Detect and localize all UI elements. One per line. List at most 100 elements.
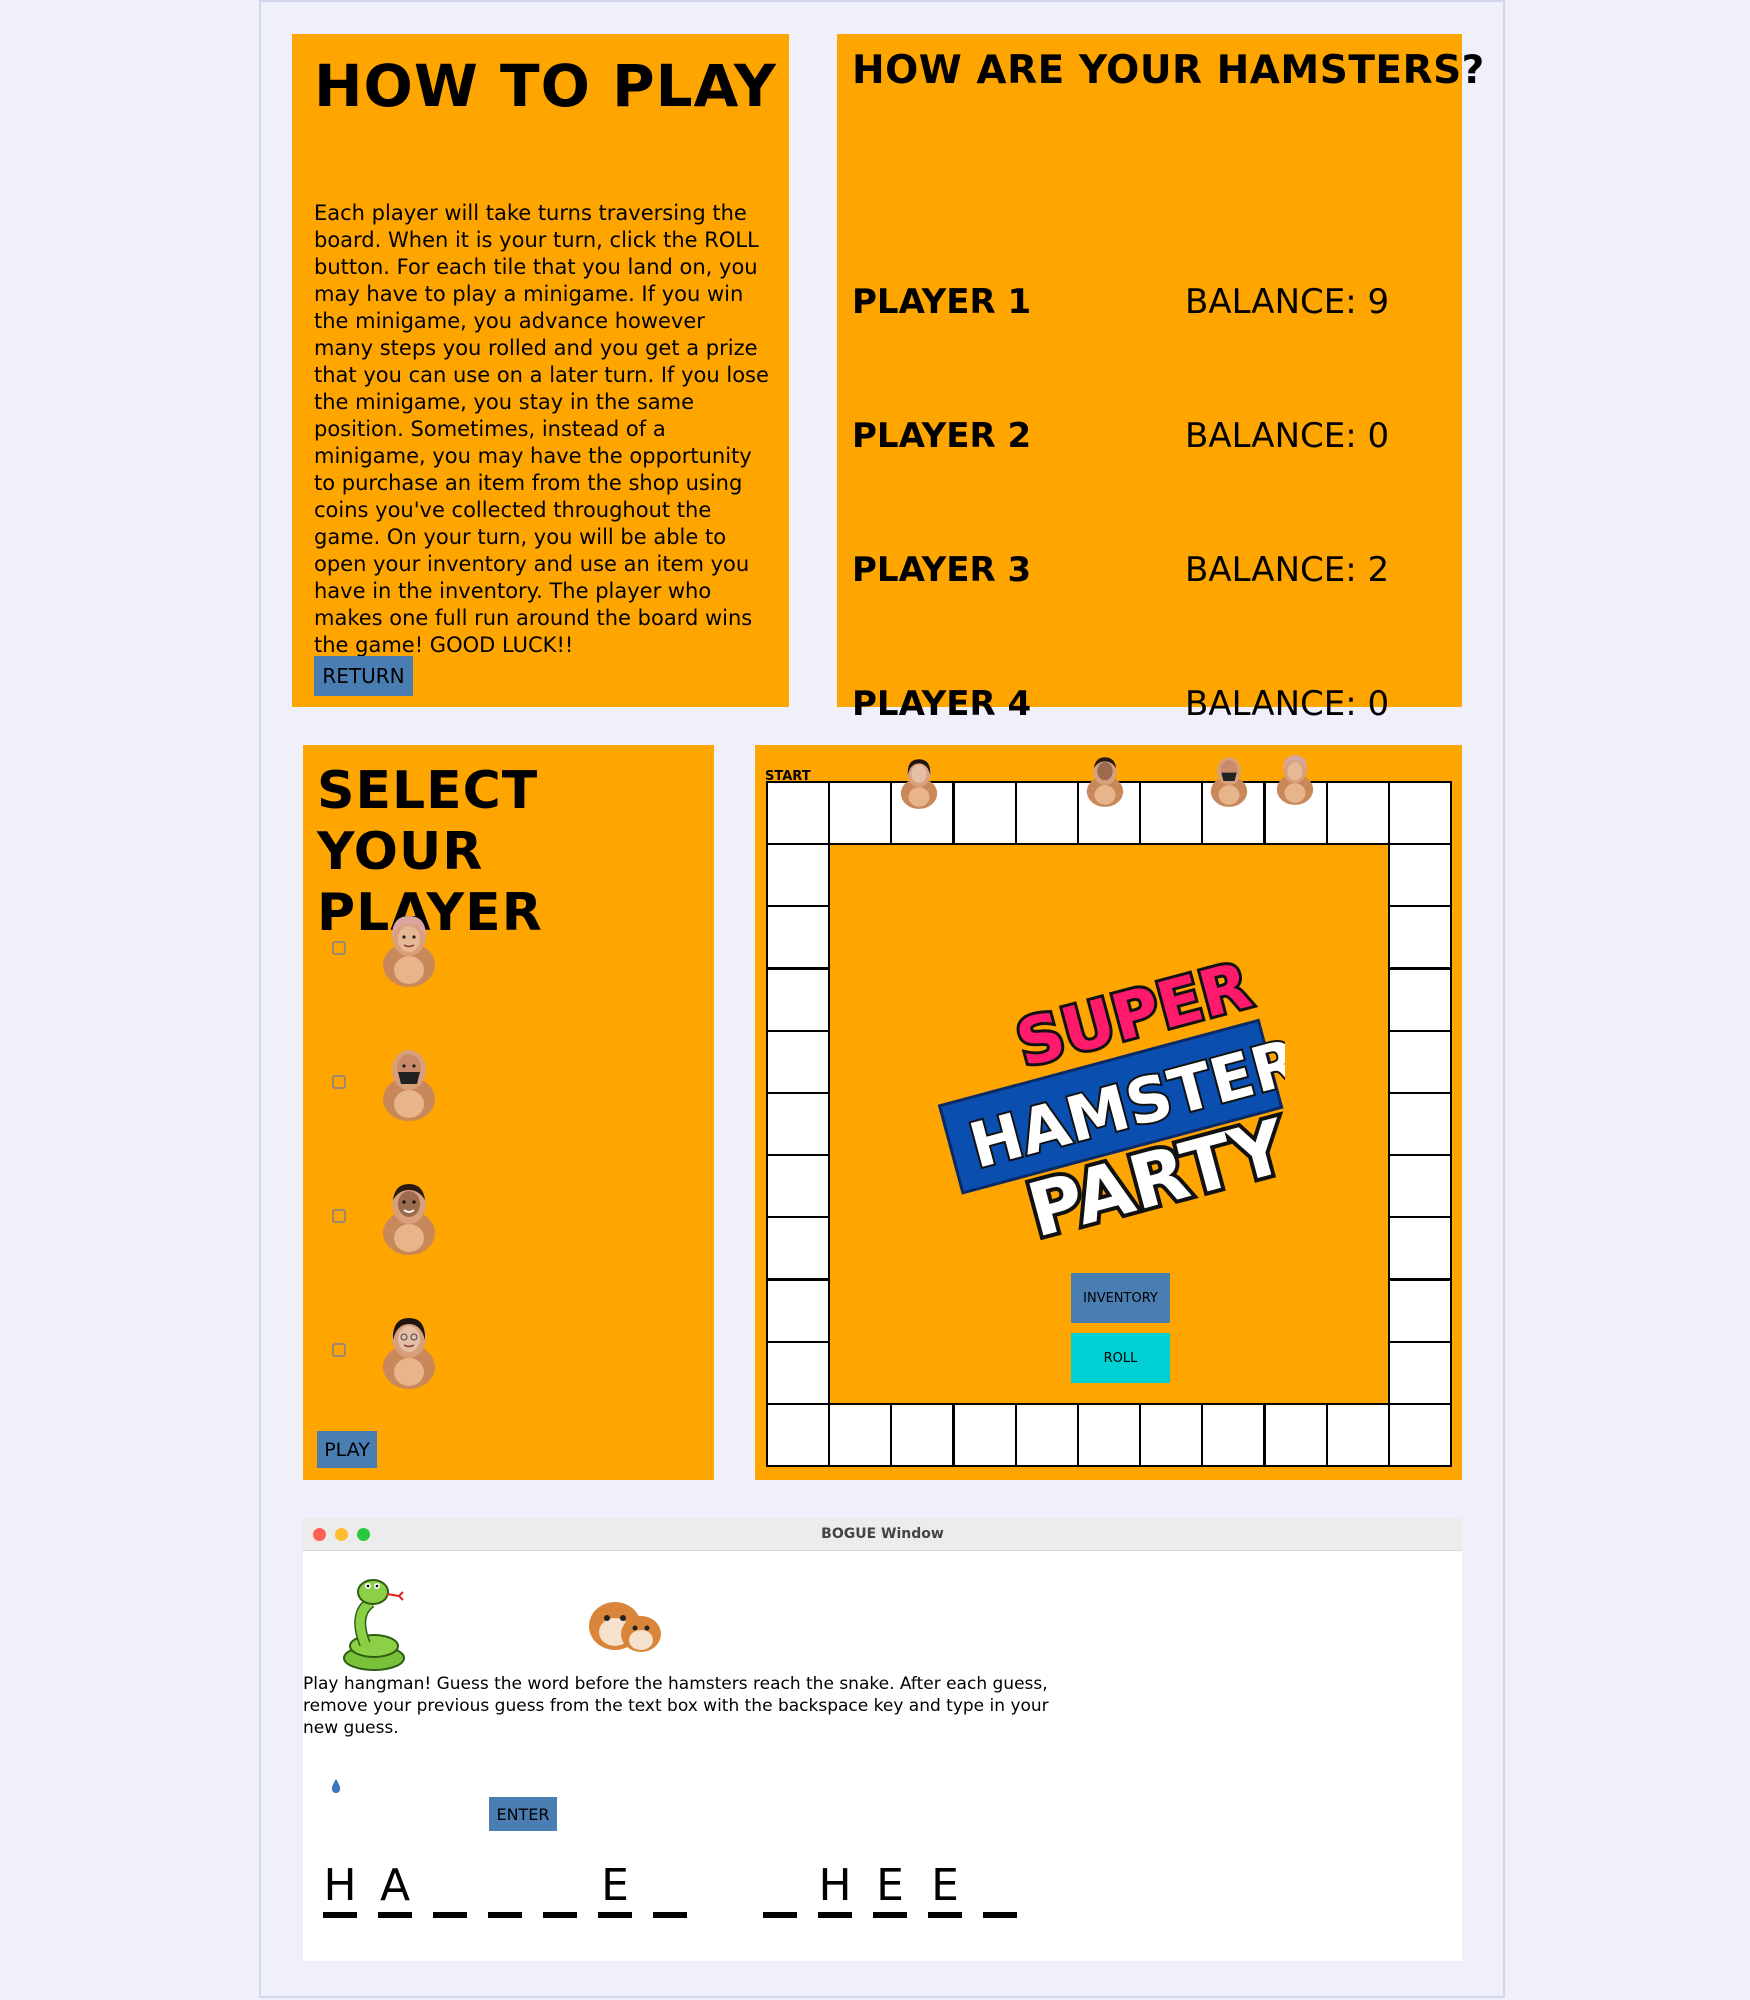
player-option-2 [329, 1044, 449, 1124]
board-tile [766, 1216, 830, 1281]
player-token-icon [900, 759, 938, 809]
letter-slot: H [818, 1860, 852, 1920]
player-balance: BALANCE: 9 [1185, 282, 1390, 322]
player-name: PLAYER 2 [852, 416, 1032, 456]
player-balance: BALANCE: 0 [1185, 684, 1390, 724]
board-tile [890, 1403, 955, 1467]
window-titlebar: BOGUE Window [303, 1518, 1462, 1551]
letter-slot [653, 1860, 687, 1920]
board-tile [952, 1403, 1017, 1467]
letter: E [601, 1860, 629, 1911]
how-to-play-text: Each player will take turns traversing t… [314, 201, 769, 657]
letter: E [876, 1860, 904, 1911]
board-tile [1388, 967, 1452, 1032]
letter-slot [543, 1860, 577, 1920]
player-row-3: PLAYER 3 BALANCE: 2 [852, 550, 1452, 594]
roll-button[interactable]: ROLL [1071, 1333, 1170, 1383]
game-board-panel: START SUPER HAMSTER PARTY INVENTORY ROLL [755, 745, 1462, 1480]
inventory-button[interactable]: INVENTORY [1071, 1273, 1170, 1323]
letter-slot: E [928, 1860, 962, 1920]
player-checkbox[interactable] [332, 1209, 346, 1223]
board-tile [766, 1154, 830, 1219]
letter-slot [983, 1860, 1017, 1920]
text-cursor-icon[interactable] [330, 1778, 342, 1794]
board-tile [1388, 1029, 1452, 1094]
player-token-icon [1210, 757, 1248, 807]
board-tile [1388, 1092, 1452, 1156]
how-to-play-title: HOW TO PLAY [314, 52, 777, 120]
board-tile [1388, 843, 1452, 908]
player-checkbox[interactable] [332, 1075, 346, 1089]
player-name: PLAYER 4 [852, 684, 1032, 724]
player-option-4 [329, 1312, 449, 1392]
player-name: PLAYER 3 [852, 550, 1032, 590]
letter: H [323, 1860, 357, 1911]
board-tile [1388, 1403, 1452, 1467]
board-tile [1388, 1340, 1452, 1405]
board-tile [1325, 781, 1390, 845]
letter-slot [433, 1860, 467, 1920]
board-tile [1201, 1403, 1266, 1467]
hamster-status-panel: HOW ARE YOUR HAMSTERS? PLAYER 1 BALANCE:… [837, 34, 1484, 724]
player-token-icon [1276, 755, 1314, 805]
board-tile [1077, 1403, 1141, 1467]
board-tile [1014, 781, 1079, 845]
player-row-2: PLAYER 2 BALANCE: 0 [852, 416, 1452, 460]
board-tile [828, 1403, 893, 1467]
letter-slot [763, 1860, 797, 1920]
super-hamster-party-logo: SUPER HAMSTER PARTY [937, 955, 1285, 1255]
board-tile [1139, 781, 1204, 845]
player-token-icon [1086, 757, 1124, 807]
letter: A [379, 1860, 411, 1911]
player-checkbox[interactable] [332, 941, 346, 955]
hamsters-icon [589, 1602, 661, 1652]
letter-slot [488, 1860, 522, 1920]
board-tile [1263, 1403, 1328, 1467]
player-balance: BALANCE: 0 [1185, 416, 1390, 456]
board-tile [766, 1278, 830, 1343]
start-tile [766, 781, 830, 845]
hamster-avatar-icon [383, 1184, 435, 1255]
status-title: HOW ARE YOUR HAMSTERS? [852, 48, 1485, 93]
board-tile [1388, 905, 1452, 970]
board-tile [766, 905, 830, 970]
hamster-avatar-icon [383, 1318, 435, 1389]
how-to-play-panel: HOW TO PLAY Each player will take turns … [292, 34, 789, 707]
hangman-instructions: Play hangman! Guess the word before the … [303, 1674, 1049, 1738]
letter-slot: A [378, 1860, 412, 1920]
hamster-avatar-icon [383, 1050, 435, 1121]
play-button[interactable]: PLAY [317, 1431, 377, 1468]
board-tile [952, 781, 1017, 845]
board-tile [828, 781, 893, 845]
start-label: START [765, 769, 811, 784]
board-tile [1388, 1154, 1452, 1219]
letter-slot: E [873, 1860, 907, 1920]
board-tile [1388, 1216, 1452, 1281]
player-checkbox[interactable] [332, 1343, 346, 1357]
player-row-1: PLAYER 1 BALANCE: 9 [852, 282, 1452, 326]
board-tile [1014, 1403, 1079, 1467]
player-option-3 [329, 1178, 449, 1258]
select-player-panel: SELECT YOUR PLAYER PLAY [303, 745, 714, 1480]
enter-button[interactable]: ENTER [489, 1797, 557, 1831]
board-tile [766, 1092, 830, 1156]
board-tile [766, 1029, 830, 1094]
return-button[interactable]: RETURN [314, 656, 413, 696]
hamster-avatar-icon [383, 916, 435, 987]
board-tile [1388, 1278, 1452, 1343]
letter: H [818, 1860, 852, 1911]
board-tile [1388, 781, 1452, 845]
window-title: BOGUE Window [821, 1526, 944, 1542]
player-option-1 [329, 910, 449, 990]
player-balance: BALANCE: 2 [1185, 550, 1390, 590]
board-tile [766, 967, 830, 1032]
player-row-4: PLAYER 4 BALANCE: 0 [852, 684, 1452, 728]
board-tile [1139, 1403, 1204, 1467]
player-name: PLAYER 1 [852, 282, 1032, 322]
board-tile [1325, 1403, 1390, 1467]
letter-slot: H [323, 1860, 357, 1920]
letter-slot: E [598, 1860, 632, 1920]
snake-icon [343, 1579, 405, 1671]
letter: E [931, 1860, 959, 1911]
board-tile [766, 843, 830, 908]
